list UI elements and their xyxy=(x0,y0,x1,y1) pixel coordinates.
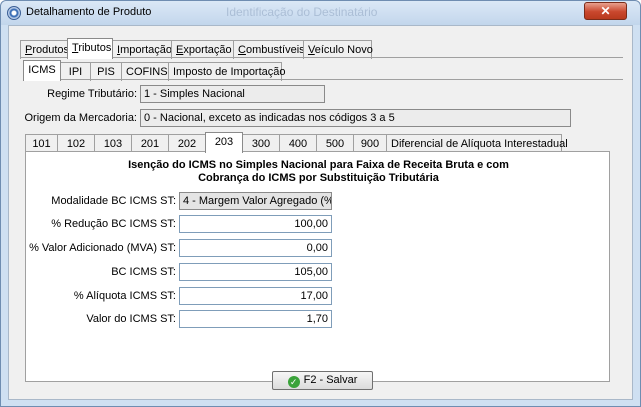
aliquota-label: % Alíquota ICMS ST: xyxy=(73,290,176,302)
tax-tabs: ICMS IPI PIS COFINS Imposto de Importaçã… xyxy=(23,60,286,81)
save-button-label: F2 - Salvar xyxy=(303,374,358,386)
cst-203-panel: Isenção do ICMS no Simples Nacional para… xyxy=(25,152,610,382)
section-heading-line2: Cobrança do ICMS por Substituição Tribut… xyxy=(198,172,439,184)
valor-icms-st-input[interactable]: 1,70 xyxy=(179,310,332,328)
section-heading: Isenção do ICMS no Simples Nacional para… xyxy=(26,159,611,185)
modalidade-label: Modalidade BC ICMS ST: xyxy=(51,195,176,207)
product-detail-window: Detalhamento de Produto Identificação do… xyxy=(0,0,641,407)
tab-cst-203[interactable]: 203 xyxy=(205,132,243,153)
reducao-label: % Redução BC ICMS ST: xyxy=(51,218,176,230)
window-title: Detalhamento de Produto xyxy=(26,6,152,18)
regime-field: 1 - Simples Nacional xyxy=(140,85,325,103)
origem-field: 0 - Nacional, exceto as indicadas nos có… xyxy=(140,109,571,127)
save-button[interactable]: ✓ F2 - Salvar xyxy=(272,371,373,390)
cst-tabs: 101 102 103 201 202 203 300 400 500 900 … xyxy=(25,132,568,153)
title-bar[interactable]: Detalhamento de Produto Identificação do… xyxy=(1,1,640,25)
main-tabs: Produtos Tributos Importação Exportação … xyxy=(20,38,373,59)
bc-icms-st-label: BC ICMS ST: xyxy=(111,266,176,278)
tab-icms[interactable]: ICMS xyxy=(23,60,61,81)
client-area: Produtos Tributos Importação Exportação … xyxy=(8,25,633,400)
valor-icms-st-label: Valor do ICMS ST: xyxy=(86,313,176,325)
close-button[interactable]: ✕ xyxy=(584,2,627,20)
mva-input[interactable]: 0,00 xyxy=(179,239,332,257)
background-window-title: Identificação do Destinatário xyxy=(226,5,378,19)
close-icon: ✕ xyxy=(600,4,611,18)
mva-label: % Valor Adicionado (MVA) ST: xyxy=(29,242,176,254)
reducao-input[interactable]: 100,00 xyxy=(179,215,332,233)
check-icon: ✓ xyxy=(287,376,300,388)
app-icon xyxy=(7,6,21,20)
aliquota-input[interactable]: 17,00 xyxy=(179,287,332,305)
origem-label: Origem da Mercadoria: xyxy=(24,112,138,124)
bc-icms-st-input[interactable]: 105,00 xyxy=(179,263,332,281)
tax-tabs-divider xyxy=(23,79,623,80)
regime-label: Regime Tributário: xyxy=(47,88,137,100)
modalidade-field[interactable]: 4 - Margem Valor Agregado (%) xyxy=(179,192,332,210)
tab-tributos[interactable]: Tributos xyxy=(67,38,113,59)
section-heading-line1: Isenção do ICMS no Simples Nacional para… xyxy=(128,159,509,171)
